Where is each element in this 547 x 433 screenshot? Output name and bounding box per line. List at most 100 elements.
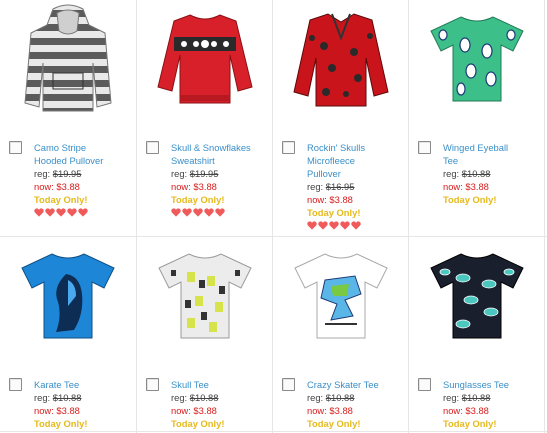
now-label: now:	[171, 181, 191, 192]
product-name-line: Microfleece	[307, 155, 355, 166]
product-card: Rockin' Skulls Microfleece Pullover reg:…	[273, 0, 409, 236]
today-only-badge: Today Only!	[443, 194, 497, 205]
product-name-line: Rockin' Skulls	[307, 142, 366, 153]
regular-price: reg: $19.95	[34, 167, 103, 180]
sale-price: now: $3.88	[34, 180, 103, 193]
sale-price: now: $3.88	[171, 404, 224, 417]
product-card: Crazy Skater Tee reg: $10.88 now: $3.88 …	[273, 237, 409, 431]
product-image[interactable]	[137, 237, 273, 355]
reg-price-value: $10.88	[461, 392, 491, 403]
product-name-line: Hooded Pullover	[34, 155, 104, 166]
tee-icon	[21, 253, 115, 339]
today-only-badge: Today Only!	[34, 418, 88, 429]
product-name-link[interactable]: Rockin' Skulls Microfleece Pullover	[307, 141, 365, 180]
product-name-line: Crazy Skater Tee	[307, 379, 379, 390]
today-only-badge: Today Only!	[307, 418, 361, 429]
product-image[interactable]	[409, 237, 545, 355]
rating-hearts	[171, 208, 251, 217]
product-name-link[interactable]: Camo Stripe Hooded Pullover	[34, 141, 103, 167]
heart-icon	[329, 221, 339, 230]
product-name-link[interactable]: Winged Eyeball Tee	[443, 141, 508, 167]
product-image[interactable]	[0, 0, 136, 118]
product-card: Sunglasses Tee reg: $10.88 now: $3.88 To…	[409, 237, 545, 431]
product-image[interactable]	[137, 0, 273, 118]
heart-icon	[56, 208, 66, 217]
tee-icon	[430, 253, 524, 339]
tee-icon	[430, 16, 524, 102]
heart-icon	[193, 208, 203, 217]
hoodie-icon	[24, 4, 112, 112]
reg-price-value: $10.88	[461, 168, 491, 179]
now-label: now:	[443, 181, 463, 192]
reg-label: reg:	[307, 181, 324, 192]
product-name-line: Skull Tee	[171, 379, 209, 390]
today-only-badge: Today Only!	[443, 418, 497, 429]
reg-label: reg:	[443, 392, 460, 403]
today-only-badge: Today Only!	[307, 207, 361, 218]
now-price-value: $3.88	[465, 405, 489, 416]
reg-price-value: $19.95	[189, 168, 219, 179]
now-price-value: $3.88	[56, 405, 80, 416]
compare-checkbox[interactable]	[9, 378, 22, 391]
now-label: now:	[34, 181, 54, 192]
compare-checkbox[interactable]	[146, 378, 159, 391]
heart-icon	[45, 208, 55, 217]
product-name-line: Winged Eyeball	[443, 142, 509, 153]
product-card: Camo Stripe Hooded Pullover reg: $19.95 …	[0, 0, 136, 236]
reg-label: reg:	[307, 392, 324, 403]
regular-price: reg: $16.95	[307, 180, 365, 193]
compare-checkbox[interactable]	[418, 141, 431, 154]
now-price-value: $3.88	[193, 181, 217, 192]
now-price-value: $3.88	[329, 405, 353, 416]
heart-icon	[34, 208, 44, 217]
product-name-link[interactable]: Skull & Snowflakes Sweatshirt	[171, 141, 251, 167]
now-label: now:	[34, 405, 54, 416]
product-name-link[interactable]: Sunglasses Tee	[443, 378, 509, 391]
product-name-line: Sunglasses Tee	[443, 379, 510, 390]
product-image[interactable]	[0, 237, 136, 355]
row-divider	[0, 431, 547, 432]
compare-checkbox[interactable]	[9, 141, 22, 154]
product-name-line: Skull & Snowflakes	[171, 142, 251, 153]
tee-icon	[294, 253, 388, 339]
compare-checkbox[interactable]	[282, 378, 295, 391]
regular-price: reg: $10.88	[307, 391, 379, 404]
product-card: Karate Tee reg: $10.88 now: $3.88 Today …	[0, 237, 136, 431]
product-card: Skull & Snowflakes Sweatshirt reg: $19.9…	[137, 0, 273, 236]
reg-label: reg:	[171, 392, 188, 403]
reg-label: reg:	[34, 392, 51, 403]
sweatshirt-icon	[157, 14, 253, 104]
compare-checkbox[interactable]	[418, 378, 431, 391]
rating-hearts	[34, 208, 103, 217]
heart-icon	[318, 221, 328, 230]
sale-price: now: $3.88	[307, 193, 365, 206]
tee-icon	[158, 253, 252, 339]
reg-price-value: $10.88	[325, 392, 355, 403]
reg-label: reg:	[171, 168, 188, 179]
reg-label: reg:	[443, 168, 460, 179]
sale-price: now: $3.88	[443, 404, 509, 417]
product-image[interactable]	[409, 0, 545, 118]
product-name-link[interactable]: Karate Tee	[34, 378, 87, 391]
sale-price: now: $3.88	[171, 180, 251, 193]
product-image[interactable]	[273, 237, 409, 355]
heart-icon	[307, 221, 317, 230]
product-grid: Camo Stripe Hooded Pullover reg: $19.95 …	[0, 0, 547, 433]
now-label: now:	[307, 405, 327, 416]
product-name-link[interactable]: Crazy Skater Tee	[307, 378, 379, 391]
compare-checkbox[interactable]	[282, 141, 295, 154]
today-only-badge: Today Only!	[171, 418, 225, 429]
reg-price-value: $10.88	[52, 392, 82, 403]
regular-price: reg: $19.95	[171, 167, 251, 180]
now-label: now:	[307, 194, 327, 205]
product-name-link[interactable]: Skull Tee	[171, 378, 224, 391]
regular-price: reg: $10.88	[34, 391, 87, 404]
now-label: now:	[443, 405, 463, 416]
heart-icon	[351, 221, 361, 230]
now-price-value: $3.88	[465, 181, 489, 192]
heart-icon	[340, 221, 350, 230]
compare-checkbox[interactable]	[146, 141, 159, 154]
regular-price: reg: $10.88	[171, 391, 224, 404]
today-only-badge: Today Only!	[34, 194, 88, 205]
product-image[interactable]	[273, 0, 409, 118]
